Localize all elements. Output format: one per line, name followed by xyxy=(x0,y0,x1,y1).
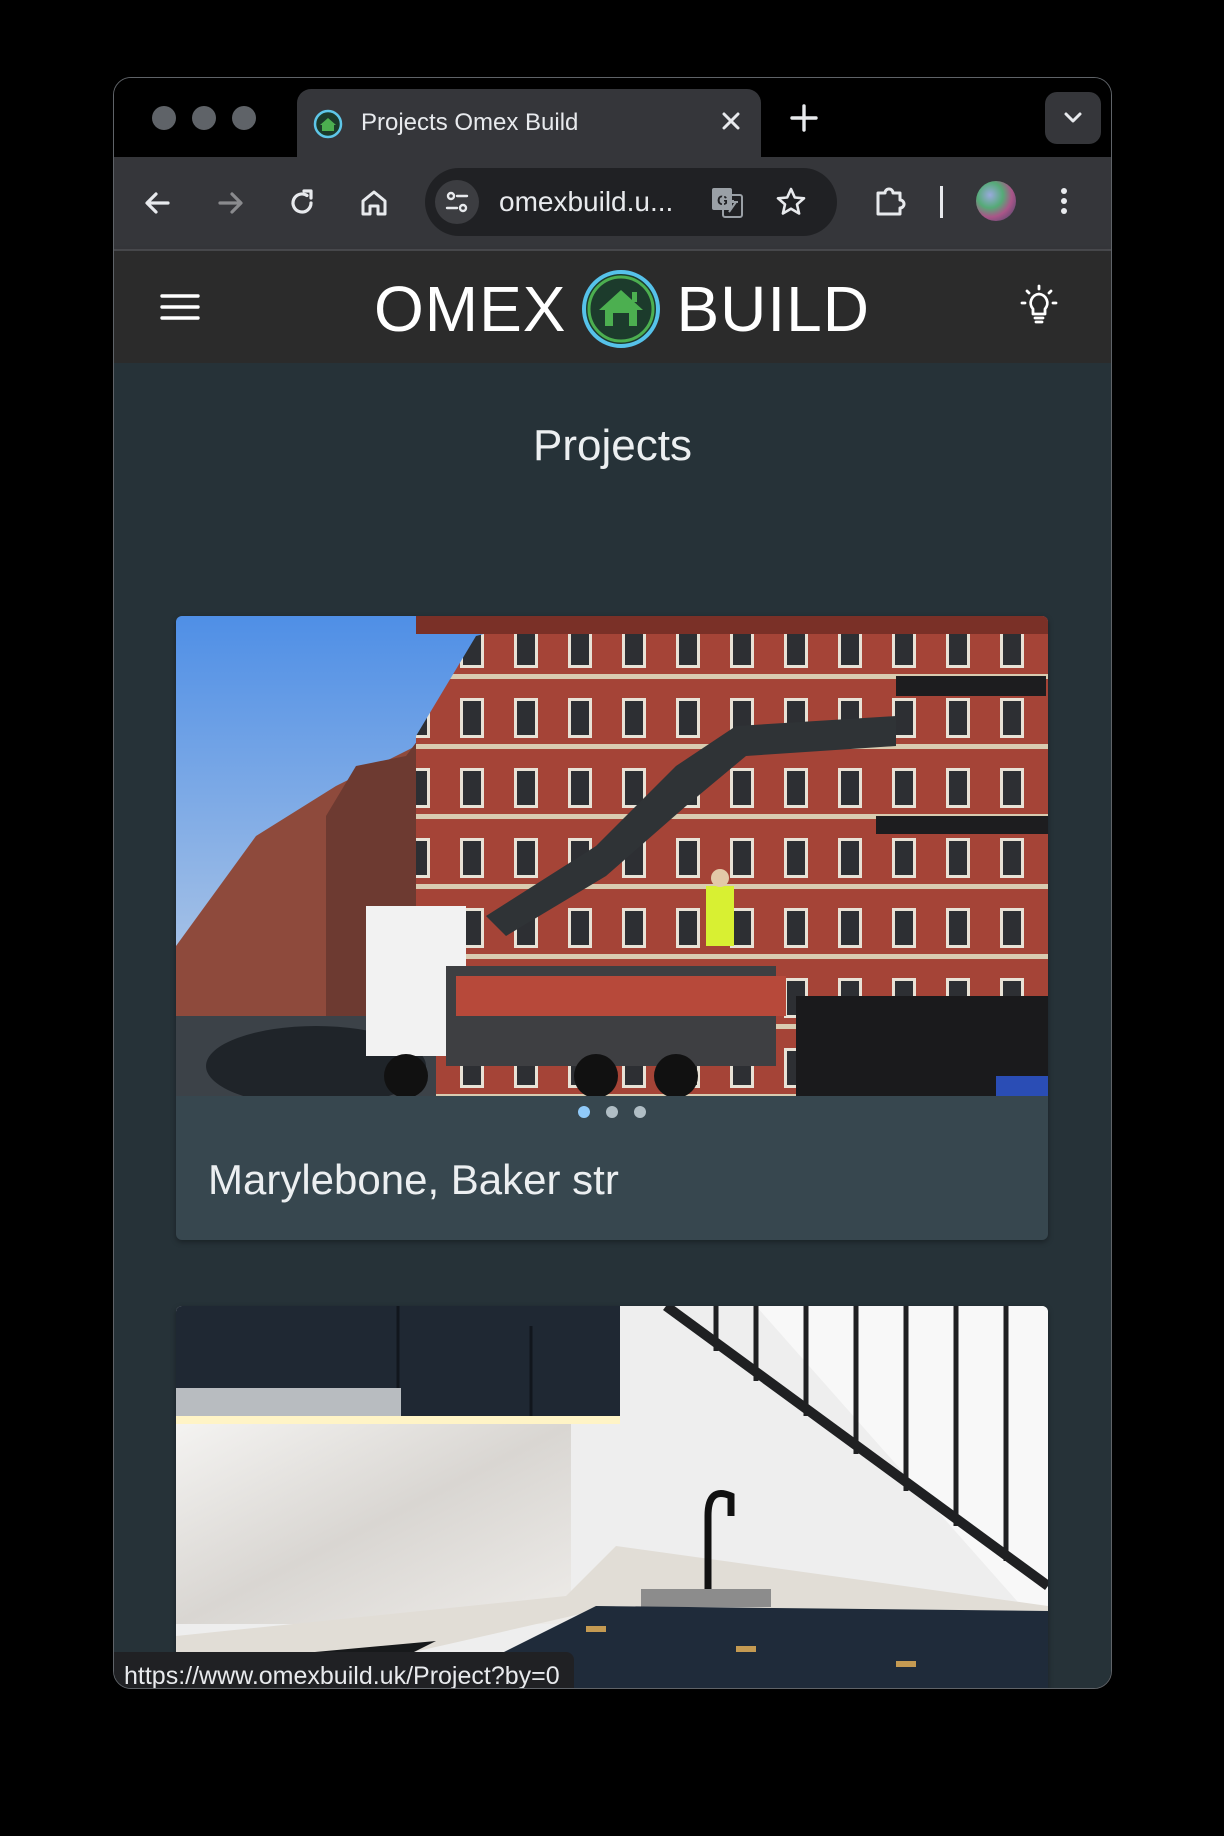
logo-text-build: BUILD xyxy=(676,273,870,345)
project-photo xyxy=(176,1306,1048,1688)
window-close-dot[interactable] xyxy=(152,106,176,130)
forward-arrow-icon[interactable] xyxy=(210,183,250,223)
tab-title: Projects Omex Build xyxy=(361,109,579,136)
project-card[interactable]: Marylebone, Baker str xyxy=(176,616,1048,1240)
site-logo[interactable]: OMEX BUILD xyxy=(374,267,870,351)
home-icon[interactable] xyxy=(354,183,394,223)
project-card[interactable] xyxy=(176,1306,1048,1688)
back-arrow-icon[interactable] xyxy=(138,183,178,223)
site-favicon-icon xyxy=(313,109,343,139)
project-photo xyxy=(176,616,1048,1096)
window-zoom-dot[interactable] xyxy=(232,106,256,130)
new-tab-icon[interactable] xyxy=(784,98,824,138)
site-header: OMEX BUILD xyxy=(114,251,1111,363)
window-minimize-dot[interactable] xyxy=(192,106,216,130)
bookmark-star-icon[interactable] xyxy=(773,184,809,220)
main-content: Projects Marylebone, Baker str xyxy=(114,363,1111,1688)
puzzle-icon[interactable] xyxy=(870,181,910,221)
carousel-dot-1[interactable] xyxy=(578,1106,590,1118)
logo-text-omex: OMEX xyxy=(374,273,567,345)
toolbar-divider xyxy=(940,186,943,218)
profile-avatar[interactable] xyxy=(976,181,1016,221)
chevron-down-icon xyxy=(1064,112,1082,123)
carousel-dot-3[interactable] xyxy=(634,1106,646,1118)
project-photo-carousel[interactable] xyxy=(176,616,1048,1096)
reload-icon[interactable] xyxy=(282,183,322,223)
browser-window: Projects Omex Build omexbuild.u... G OME… xyxy=(113,77,1112,1689)
kebab-menu-icon[interactable] xyxy=(1044,181,1084,221)
address-bar[interactable]: omexbuild.u... G xyxy=(425,168,837,236)
tab-projects[interactable]: Projects Omex Build xyxy=(297,89,761,157)
project-title[interactable]: Marylebone, Baker str xyxy=(208,1156,619,1204)
site-info-button[interactable] xyxy=(435,180,479,224)
translate-icon[interactable]: G xyxy=(709,184,745,220)
lightbulb-icon[interactable] xyxy=(1014,283,1064,333)
tab-search-button[interactable] xyxy=(1045,92,1101,144)
carousel-indicators xyxy=(176,1106,1048,1118)
status-bar-url: https://www.omexbuild.uk/Project?by=0 xyxy=(114,1652,574,1688)
hamburger-menu-icon[interactable] xyxy=(160,291,200,323)
close-tab-icon[interactable] xyxy=(715,105,747,137)
carousel-dot-2[interactable] xyxy=(606,1106,618,1118)
page-title: Projects xyxy=(533,421,692,470)
tab-strip: Projects Omex Build xyxy=(114,78,1111,157)
house-logo-icon xyxy=(582,270,661,348)
url-text[interactable]: omexbuild.u... xyxy=(499,186,673,218)
site-settings-icon xyxy=(445,191,469,213)
